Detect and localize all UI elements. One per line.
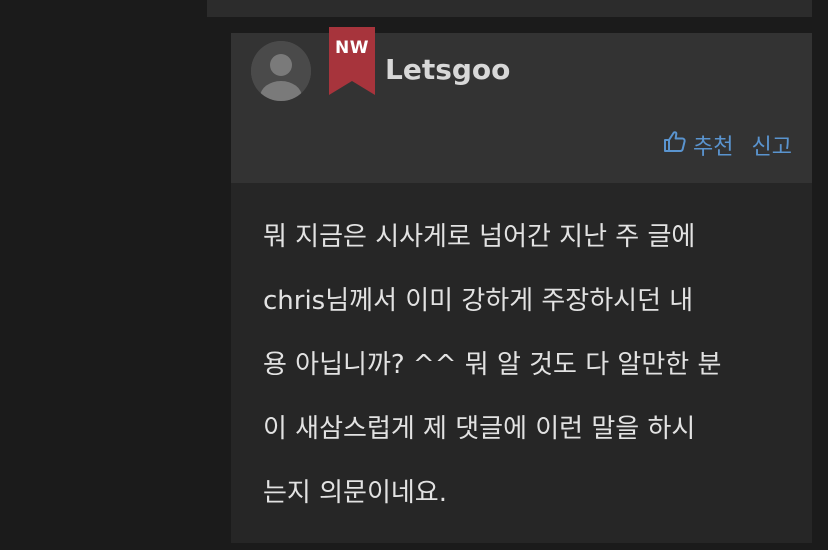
avatar[interactable] xyxy=(251,41,311,101)
report-label: 신고 xyxy=(751,135,792,160)
user-avatar-icon xyxy=(251,41,311,101)
comment-header: NW Letsgoo 추천 신고 xyxy=(231,27,812,183)
previous-comment-card xyxy=(207,0,812,17)
recommend-label: 추천 xyxy=(693,135,734,160)
comment-text-line: 뭐 지금은 시사게로 넘어간 지난 주 글에 xyxy=(263,222,696,252)
badge-label: NW xyxy=(335,38,369,58)
comment-text-line: chris님께서 이미 강하게 주장하시던 내 xyxy=(263,286,694,316)
report-button[interactable]: 신고 xyxy=(752,129,792,161)
comment-card: NW Letsgoo 추천 신고 뭐 지금은 시사게로 넘어간 지난 주 글에 … xyxy=(231,27,812,543)
comment-text-line: 용 아닙니까? ^^ 뭐 알 것도 다 알만한 분 xyxy=(263,350,722,380)
author-name[interactable]: Letsgoo xyxy=(385,53,510,86)
recommend-button[interactable]: 추천 xyxy=(663,129,734,161)
thumbs-up-icon xyxy=(663,130,687,160)
nw-badge: NW xyxy=(326,25,378,95)
bookmark-ribbon-icon xyxy=(329,27,375,95)
comment-actions: 추천 신고 xyxy=(663,129,792,161)
comment-text-line: 는지 의문이네요. xyxy=(263,478,447,508)
comment-body: 뭐 지금은 시사게로 넘어간 지난 주 글에 chris님께서 이미 강하게 주… xyxy=(263,205,793,525)
comment-text-line: 이 새삼스럽게 제 댓글에 이런 말을 하시 xyxy=(263,414,696,444)
